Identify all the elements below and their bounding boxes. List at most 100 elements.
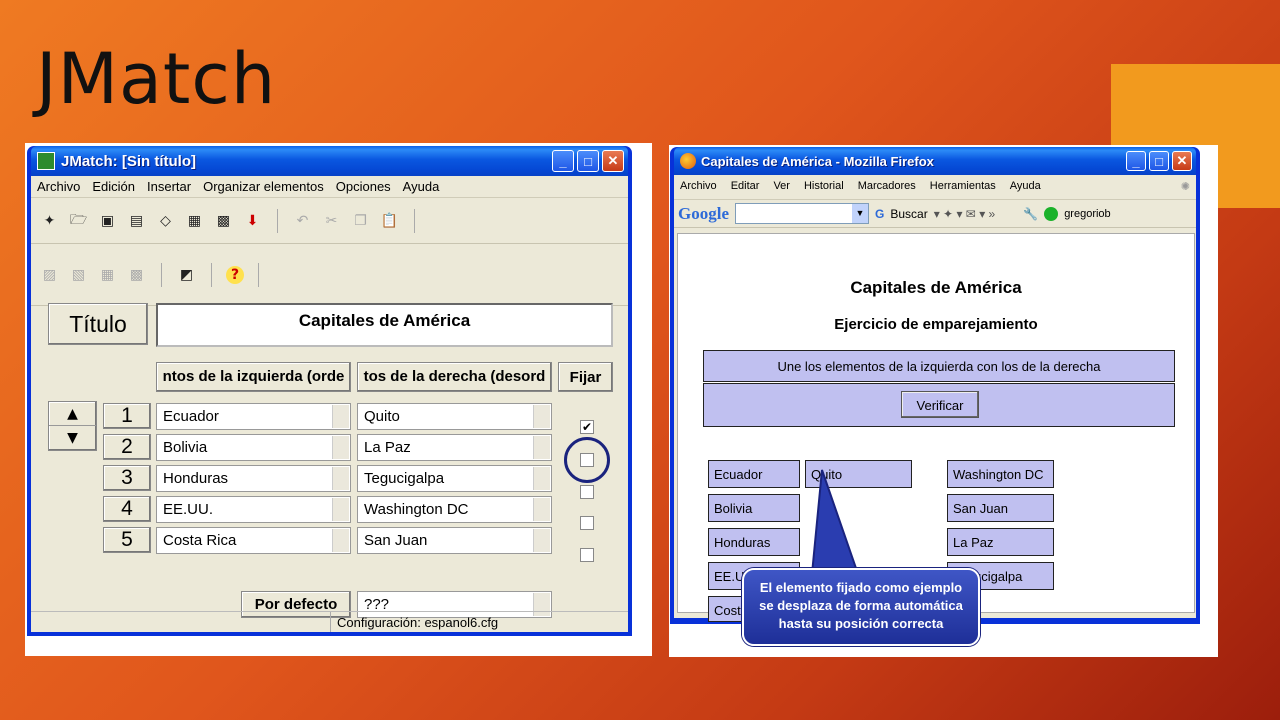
toolbar-separator — [161, 262, 162, 287]
cut-icon[interactable]: ✂ — [321, 210, 342, 231]
right-tile[interactable]: Washington DC — [947, 460, 1054, 488]
right-tile[interactable]: San Juan — [947, 494, 1054, 522]
right-item-field[interactable]: Tegucigalpa — [357, 465, 552, 492]
maximize-icon[interactable]: □ — [577, 150, 599, 172]
right-column-header: tos de la derecha (desord — [357, 362, 552, 392]
scroll-icon[interactable] — [332, 498, 349, 521]
help-icon[interactable]: ? — [226, 265, 244, 284]
copy-icon[interactable]: ❐ — [350, 210, 371, 231]
menu-herramientas[interactable]: Herramientas — [930, 180, 996, 196]
maximize-icon[interactable]: □ — [1149, 151, 1169, 171]
left-tile[interactable]: Ecuador — [708, 460, 800, 488]
right-item-field[interactable]: Quito — [357, 403, 552, 430]
wrench-icon[interactable]: 🔧 — [1023, 207, 1038, 221]
export-icon[interactable]: ◇ — [155, 210, 176, 231]
left-item-field[interactable]: EE.UU. — [156, 496, 351, 523]
menu-editar[interactable]: Editar — [731, 180, 760, 196]
scroll-icon[interactable] — [533, 436, 550, 459]
callout-line: El elemento fijado como ejemplo — [759, 580, 963, 595]
grid-icon[interactable]: ▦ — [97, 264, 118, 285]
menu-historial[interactable]: Historial — [804, 180, 844, 196]
web-page-icon[interactable]: ▦ — [184, 210, 205, 231]
title-field[interactable]: Capitales de América — [156, 303, 613, 347]
scroll-icon[interactable] — [533, 498, 550, 521]
menu-marcadores[interactable]: Marcadores — [858, 180, 916, 196]
left-item-field[interactable]: Costa Rica — [156, 527, 351, 554]
scroll-icon[interactable] — [332, 529, 349, 552]
jmatch-titlebar: JMatch: [Sin título] _ □ ✕ — [31, 146, 628, 176]
app-icon — [37, 152, 55, 170]
save-as-icon[interactable]: ▤ — [126, 210, 147, 231]
left-item-field[interactable]: Ecuador — [156, 403, 351, 430]
close-icon[interactable]: ✕ — [602, 150, 624, 172]
menu-organizar[interactable]: Organizar elementos — [203, 179, 324, 194]
jmatch-window: JMatch: [Sin título] _ □ ✕ Archivo Edici… — [27, 146, 632, 636]
verify-area: Verificar — [703, 383, 1175, 427]
left-tile[interactable]: Bolivia — [708, 494, 800, 522]
throbber-icon: ✺ — [1180, 181, 1190, 193]
menu-ayuda[interactable]: Ayuda — [1010, 180, 1041, 196]
row-number[interactable]: 4 — [103, 496, 151, 522]
insert-icon[interactable]: ▧ — [68, 264, 89, 285]
menu-opciones[interactable]: Opciones — [336, 179, 391, 194]
row-number[interactable]: 5 — [103, 527, 151, 553]
right-tile[interactable]: La Paz — [947, 528, 1054, 556]
save-icon[interactable]: ▣ — [97, 210, 118, 231]
menu-ver[interactable]: Ver — [773, 180, 790, 196]
callout-line: hasta su posición correcta — [778, 616, 944, 631]
move-down-icon[interactable]: ▼ — [49, 426, 96, 450]
fix-checkbox-checked[interactable]: ✔ — [580, 420, 594, 434]
close-icon[interactable]: ✕ — [1172, 151, 1192, 171]
search-button[interactable]: Buscar — [890, 207, 927, 221]
view-icon[interactable]: ◩ — [176, 264, 197, 285]
scroll-icon[interactable] — [533, 467, 550, 490]
row-number[interactable]: 2 — [103, 434, 151, 460]
row-number[interactable]: 3 — [103, 465, 151, 491]
fix-checkbox[interactable] — [580, 485, 594, 499]
open-folder-icon[interactable]: 🗁 — [68, 210, 89, 231]
highlight-circle — [564, 437, 610, 483]
row-number[interactable]: 1 — [103, 403, 151, 429]
menu-insertar[interactable]: Insertar — [147, 179, 191, 194]
title-button[interactable]: Título — [48, 303, 148, 345]
move-up-icon[interactable]: ▲ — [49, 402, 96, 426]
verify-button[interactable]: Verificar — [901, 391, 979, 418]
add-image-icon[interactable]: ▨ — [39, 264, 60, 285]
menu-archivo[interactable]: Archivo — [680, 180, 717, 196]
down-arrow-icon[interactable]: ⬇ — [242, 210, 263, 231]
right-item-field[interactable]: San Juan — [357, 527, 552, 554]
menu-archivo[interactable]: Archivo — [37, 179, 80, 194]
media-icon[interactable]: ▩ — [126, 264, 147, 285]
placed-tile[interactable]: Quito — [805, 460, 912, 488]
new-file-icon[interactable]: ✦ — [39, 210, 60, 231]
left-item-field[interactable]: Bolivia — [156, 434, 351, 461]
menu-ayuda[interactable]: Ayuda — [403, 179, 440, 194]
slide-title: JMatch — [36, 38, 277, 120]
fix-checkbox[interactable] — [580, 548, 594, 562]
paste-icon[interactable]: 📋 — [379, 210, 400, 231]
minimize-icon[interactable]: _ — [1126, 151, 1146, 171]
firefox-window: Capitales de América - Mozilla Firefox _… — [670, 147, 1200, 624]
left-item-field[interactable]: Honduras — [156, 465, 351, 492]
chevron-down-icon[interactable]: ▼ — [852, 204, 868, 223]
menu-edicion[interactable]: Edición — [92, 179, 135, 194]
scroll-icon[interactable] — [332, 467, 349, 490]
scroll-icon[interactable] — [533, 405, 550, 428]
fix-column-header: Fijar — [558, 362, 613, 392]
minimize-icon[interactable]: _ — [552, 150, 574, 172]
scroll-icon[interactable] — [533, 529, 550, 552]
google-search-input[interactable]: ▼ — [735, 203, 869, 224]
drag-drop-icon[interactable]: ▩ — [213, 210, 234, 231]
scroll-icon[interactable] — [332, 405, 349, 428]
right-item-field[interactable]: Washington DC — [357, 496, 552, 523]
right-item-field[interactable]: La Paz — [357, 434, 552, 461]
firefox-window-title: Capitales de América - Mozilla Firefox — [701, 153, 934, 169]
web-page: Capitales de América Ejercicio de empare… — [677, 233, 1195, 622]
left-tile[interactable]: Honduras — [708, 528, 800, 556]
fix-checkbox[interactable] — [580, 516, 594, 530]
scroll-icon[interactable] — [332, 436, 349, 459]
user-name[interactable]: gregoriob — [1064, 208, 1110, 220]
right-item-text: Washington DC — [364, 501, 469, 518]
undo-icon[interactable]: ↶ — [292, 210, 313, 231]
toolbar-buttons-icon[interactable]: ▾ ✦ ▾ ✉ ▾ » — [934, 207, 996, 221]
